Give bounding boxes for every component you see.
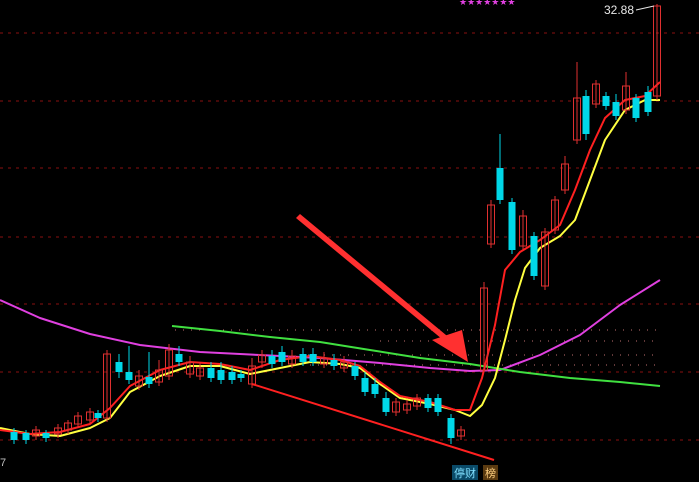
candle-43 <box>457 426 465 440</box>
price-pointer-line <box>635 5 655 11</box>
candle-14 <box>155 360 163 386</box>
candle-body-54 <box>582 96 590 134</box>
candle-37 <box>392 398 400 416</box>
candle-body-33 <box>351 366 359 376</box>
candle-body-26 <box>278 352 286 362</box>
candle-body-34 <box>361 378 369 392</box>
candle-51 <box>551 196 559 234</box>
candle-34 <box>361 372 369 396</box>
candle-31 <box>330 354 338 370</box>
candle-body-40 <box>424 398 432 408</box>
candle-body-28 <box>299 354 307 362</box>
candle-49 <box>530 232 538 280</box>
candle-body-13 <box>145 377 153 384</box>
candle-body-11 <box>125 372 133 380</box>
candle-body-3 <box>42 433 50 438</box>
candle-30 <box>320 352 328 368</box>
candle-body-31 <box>330 360 338 366</box>
candle-55 <box>592 80 600 108</box>
axis-edge-label: 7 <box>0 457 6 469</box>
candle-body-21 <box>228 372 236 380</box>
candle-52 <box>561 156 569 194</box>
candle-10 <box>115 354 123 378</box>
candle-body-16 <box>175 354 183 362</box>
candle-body-0 <box>10 432 18 440</box>
candle-26 <box>278 346 286 366</box>
candle-5 <box>64 420 72 434</box>
candle-body-41 <box>434 398 442 412</box>
candle-13 <box>145 352 153 388</box>
candle-body-49 <box>530 236 538 276</box>
candle-body-47 <box>508 202 516 250</box>
badge-2[interactable]: 榜 <box>483 465 498 480</box>
candle-11 <box>125 346 133 384</box>
candle-body-8 <box>94 413 102 418</box>
candle-body-22 <box>237 374 245 378</box>
moving-average-lines <box>0 81 661 437</box>
candle-25 <box>268 350 276 368</box>
candle-47 <box>508 198 516 254</box>
candle-45 <box>487 200 495 248</box>
stock-candlestick-chart[interactable]: ★★★★★★★ 32.88 7 停财 榜 <box>0 0 699 482</box>
candle-54 <box>582 90 590 140</box>
candle-18 <box>196 362 204 380</box>
candle-body-36 <box>382 398 390 412</box>
candle-57 <box>612 94 620 120</box>
candle-41 <box>434 394 442 416</box>
badge-1-label: 停财 <box>454 466 476 480</box>
candle-body-19 <box>207 368 215 378</box>
ma-green-line <box>171 325 661 387</box>
ma-long-line <box>0 279 661 372</box>
ma-fast-line <box>0 81 661 435</box>
candle-body-29 <box>309 354 317 362</box>
candle-body-57 <box>612 102 620 116</box>
candle-body-1 <box>22 433 30 440</box>
arrow-shaft <box>296 214 452 344</box>
candle-body-10 <box>115 362 123 372</box>
candle-61 <box>653 4 661 100</box>
candle-36 <box>382 392 390 416</box>
candle-body-20 <box>217 370 225 380</box>
badge-1[interactable]: 停财 <box>452 465 478 480</box>
star-marks: ★★★★★★★ <box>459 0 515 7</box>
candle-body-25 <box>268 356 276 364</box>
candle-59 <box>632 94 640 122</box>
candle-53 <box>573 62 581 144</box>
candle-body-56 <box>602 96 610 106</box>
candle-40 <box>424 394 432 412</box>
candle-38 <box>403 400 411 414</box>
price-high-label: 32.88 <box>604 3 634 17</box>
candle-48 <box>519 210 527 250</box>
candle-body-42 <box>447 418 455 438</box>
candle-body-46 <box>496 168 504 200</box>
candle-body-59 <box>632 98 640 118</box>
annotation-arrow <box>296 214 468 362</box>
candle-body-35 <box>371 384 379 394</box>
candle-body-60 <box>644 92 652 112</box>
trend-line-segment <box>251 383 495 461</box>
candle-56 <box>602 92 610 110</box>
ma-slow-line <box>0 99 660 437</box>
badge-2-label: 榜 <box>485 466 496 480</box>
candle-46 <box>496 134 504 204</box>
trend-line <box>251 383 495 461</box>
